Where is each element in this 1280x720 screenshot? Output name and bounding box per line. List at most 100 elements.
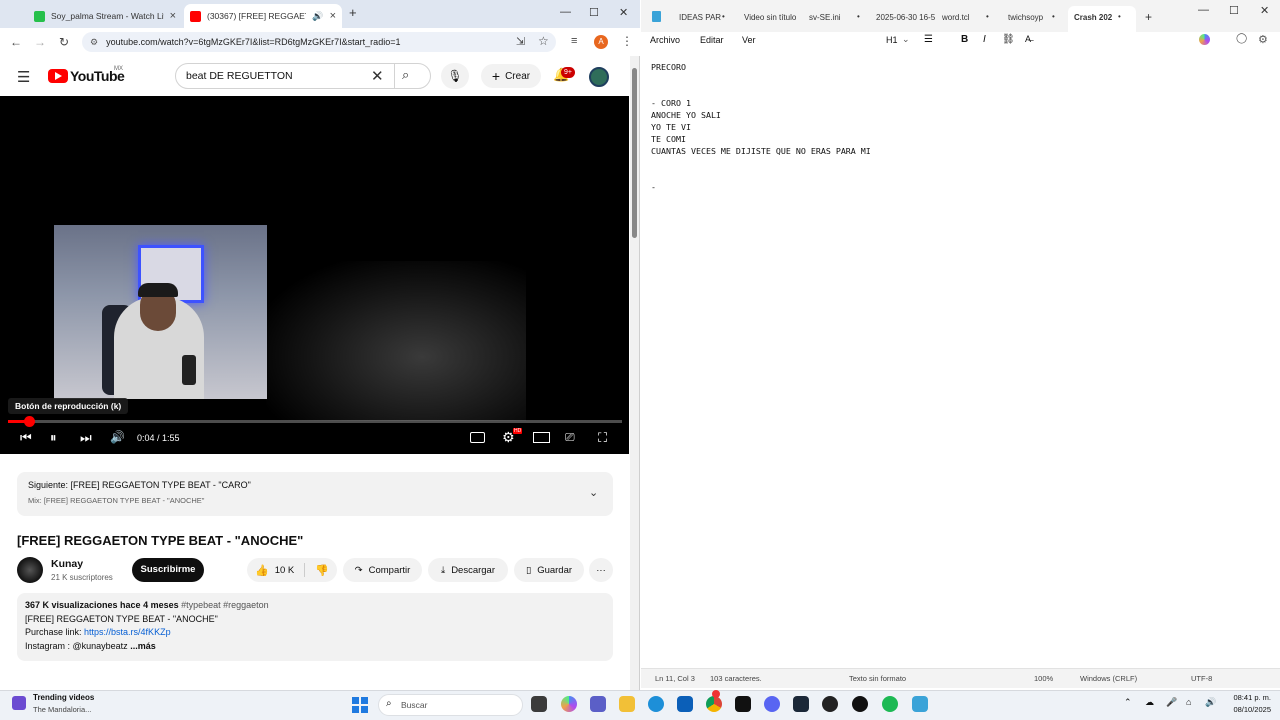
copilot-icon[interactable] [1199, 34, 1210, 45]
notepad-tab-4[interactable]: 2025-06-30 16-5 [876, 13, 935, 22]
list-icon[interactable]: ☰ [924, 34, 933, 45]
video-progress-bar[interactable] [8, 416, 622, 427]
back-icon[interactable]: ← [4, 35, 28, 49]
hashtags[interactable]: #typebeat #reggaeton [181, 600, 269, 610]
notepad-tab-5[interactable]: word.tcl [942, 13, 970, 22]
chevron-down-icon[interactable]: ⌄ [589, 486, 598, 499]
widget-subtitle[interactable]: The Mandaloria... [33, 705, 91, 714]
create-button[interactable]: + Crear [481, 64, 541, 88]
teams-icon[interactable] [590, 696, 606, 712]
menu-archivo[interactable]: Archivo [650, 35, 680, 45]
channel-name[interactable]: Kunay [51, 558, 83, 570]
show-more-link[interactable]: ...más [130, 641, 156, 651]
clear-search-icon[interactable]: ✕ [371, 67, 384, 85]
description-box[interactable]: 367 K visualizaciones hace 4 meses #type… [17, 593, 613, 661]
edge-icon[interactable] [648, 696, 664, 712]
thumbs-down-icon[interactable]: 👎 [315, 564, 329, 577]
close-tab-dot-icon[interactable]: • [1118, 12, 1121, 21]
browser-menu-icon[interactable]: ⋮ [621, 34, 633, 48]
new-tab-button[interactable]: + [349, 5, 357, 20]
close-tab-dot-icon[interactable]: • [1052, 12, 1055, 21]
tab-youtube[interactable]: (30367) [FREE] REGGAETON 🔊 × [184, 4, 342, 28]
spotify-icon[interactable] [882, 696, 898, 712]
menu-editar[interactable]: Editar [700, 35, 724, 45]
download-button[interactable]: ⤓ Descargar [428, 558, 508, 582]
more-actions-button[interactable]: ··· [589, 558, 613, 582]
encoding[interactable]: UTF-8 [1191, 674, 1212, 683]
copilot-taskbar-icon[interactable] [561, 696, 577, 712]
minimize-icon[interactable]: — [560, 6, 571, 18]
close-tab-icon[interactable]: × [330, 10, 336, 22]
chevron-down-icon[interactable]: ⌄ [902, 34, 910, 45]
tab-soy-palma[interactable]: Soy_palma Stream - Watch Live × [28, 4, 182, 28]
close-tab-icon[interactable]: × [170, 10, 176, 22]
search-input[interactable]: beat DE REGUETTON [175, 63, 431, 89]
link-icon[interactable]: ⛓ [1002, 34, 1015, 45]
media-control-icon[interactable]: ≡ [571, 35, 577, 47]
forward-icon[interactable]: → [28, 35, 52, 49]
hamburger-menu-icon[interactable]: ☰ [17, 68, 30, 86]
youtube-logo-icon[interactable] [48, 69, 68, 83]
microphone-tray-icon[interactable]: 🎤 [1166, 697, 1177, 708]
italic-icon[interactable]: I [983, 34, 986, 45]
voice-search-icon[interactable]: 🎙 [441, 63, 469, 89]
windows-start-icon[interactable] [352, 697, 368, 713]
notepad-new-tab-button[interactable]: + [1145, 10, 1152, 24]
bookmark-star-icon[interactable]: ☆ [538, 34, 549, 48]
reload-icon[interactable]: ↻ [52, 35, 76, 49]
maximize-icon[interactable]: ☐ [589, 6, 599, 19]
widget-title[interactable]: Trending videos [33, 693, 94, 702]
notepad-taskbar-icon[interactable] [912, 696, 928, 712]
search-icon[interactable]: ⌕ [402, 67, 409, 83]
share-button[interactable]: ↷ Compartir [343, 558, 422, 582]
close-tab-dot-icon[interactable]: • [722, 12, 725, 21]
network-icon[interactable]: ⌂ [1186, 697, 1191, 707]
heading-dropdown[interactable]: H1 [886, 35, 898, 45]
fullscreen-icon[interactable]: ⛶ [598, 430, 607, 446]
taskbar-search-box[interactable] [378, 694, 523, 716]
notepad-editor[interactable]: PRECORO - CORO 1 ANOCHE YO SALI YO TE VI… [651, 61, 1251, 193]
notepad-tab-2[interactable]: Video sin título [744, 13, 796, 22]
channel-avatar[interactable] [17, 557, 43, 583]
cast-icon[interactable]: ⎚ [565, 430, 575, 445]
notepad-maximize-icon[interactable]: ☐ [1229, 4, 1239, 17]
notepad-minimize-icon[interactable]: — [1198, 4, 1209, 16]
channel-avatar[interactable] [589, 67, 609, 87]
up-next-panel[interactable] [17, 472, 613, 516]
subscribe-button[interactable]: Suscribirme [132, 558, 204, 582]
chrome-icon[interactable] [706, 696, 722, 712]
notepad-tab-6[interactable]: twichsoyp [1008, 13, 1043, 22]
purchase-link[interactable]: https://bsta.rs/4fKKZp [84, 627, 171, 637]
site-info-icon[interactable]: ⚙ [90, 37, 98, 48]
install-icon[interactable]: ⇲ [516, 35, 525, 48]
zoom-level[interactable]: 100% [1034, 674, 1053, 683]
address-bar[interactable]: ⚙ youtube.com/watch?v=6tgMzGKEr7I&list=R… [82, 32, 556, 52]
next-icon[interactable]: ⏭ [80, 430, 92, 446]
task-view-icon[interactable] [531, 696, 547, 712]
page-scrollbar[interactable] [630, 56, 639, 690]
tiktok-icon[interactable] [735, 696, 751, 712]
speaker-icon[interactable]: 🔊 [312, 11, 323, 22]
scrollbar-thumb[interactable] [632, 68, 637, 238]
like-count[interactable]: 10 K [275, 565, 295, 576]
discord-icon[interactable] [764, 696, 780, 712]
volume-tray-icon[interactable]: 🔊 [1205, 697, 1216, 708]
steam-icon[interactable] [793, 696, 809, 712]
profile-avatar[interactable]: A [594, 35, 608, 49]
volume-icon[interactable]: 🔊 [110, 430, 125, 444]
clock-date[interactable]: 08/10/2025 [1226, 705, 1271, 714]
store-icon[interactable] [677, 696, 693, 712]
subtitles-icon[interactable] [470, 432, 485, 443]
notepad-tab-1[interactable]: IDEAS PAR [679, 13, 721, 22]
clock-time[interactable]: 08:41 p. m. [1226, 693, 1271, 702]
close-window-icon[interactable]: ✕ [619, 6, 628, 19]
capcut-icon[interactable] [852, 696, 868, 712]
account-icon[interactable]: ◯ [1236, 33, 1247, 44]
notepad-tab-3[interactable]: sv-SE.ini [809, 13, 841, 22]
obs-icon[interactable] [822, 696, 838, 712]
line-endings[interactable]: Windows (CRLF) [1080, 674, 1137, 683]
save-button[interactable]: ▯ Guardar [514, 558, 584, 582]
clear-format-icon[interactable]: A̶ [1025, 34, 1031, 44]
file-explorer-icon[interactable] [619, 696, 635, 712]
previous-icon[interactable]: ⏮ [20, 430, 32, 446]
